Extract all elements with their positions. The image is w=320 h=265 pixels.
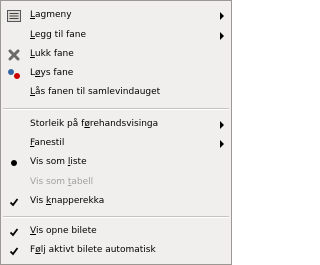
menu-item-label: Vis knapperekka <box>30 196 105 206</box>
context-menu: Lagmeny Legg til fane Lukk fane Løys fan… <box>0 0 232 265</box>
menu-item-close-tab[interactable]: Lukk fane <box>2 45 230 64</box>
menu-item-lock-tab[interactable]: Lås fanen til samlevindauget <box>2 83 230 102</box>
menu-item-label: Følj aktivt bilete automatisk <box>30 245 156 255</box>
radio-selected-icon <box>6 155 22 171</box>
checkmark-icon <box>6 224 22 240</box>
menu-item-label: Løys fane <box>30 68 74 78</box>
menu-separator <box>3 216 229 218</box>
submenu-arrow-icon <box>220 140 224 148</box>
submenu-arrow-icon <box>220 121 224 129</box>
submenu-arrow-icon <box>220 32 224 40</box>
menu-item-tab-style[interactable]: Fanestil <box>2 134 230 153</box>
menu-item-show-button-bar[interactable]: Vis knapperekka <box>2 192 230 211</box>
menu-item-label: Vis opne bilete <box>30 226 97 236</box>
menu-separator <box>3 108 229 110</box>
menu-item-view-as-list[interactable]: Vis som liste <box>2 153 230 172</box>
menu-item-detach-tab[interactable]: Løys fane <box>2 64 230 83</box>
detach-icon <box>6 66 22 82</box>
menu-item-auto-follow-active-image[interactable]: Følj aktivt bilete automatisk <box>2 241 230 260</box>
tab-menu-icon <box>6 8 22 24</box>
menu-item-tab-menu[interactable]: Lagmeny <box>2 6 230 25</box>
menu-item-label: Legg til fane <box>30 30 86 40</box>
menu-item-add-tab[interactable]: Legg til fane <box>2 26 230 45</box>
close-icon <box>6 47 22 63</box>
menu-item-label: Vis som liste <box>30 157 87 167</box>
menu-item-preview-size[interactable]: Storleik på førehandsvisinga <box>2 115 230 134</box>
menu-item-label: Lagmeny <box>30 10 72 20</box>
checkmark-icon <box>6 194 22 210</box>
menu-item-label: Fanestil <box>30 138 65 148</box>
menu-item-view-as-grid: Vis som tabell <box>2 173 230 192</box>
checkmark-icon <box>6 243 22 259</box>
submenu-arrow-icon <box>220 12 224 20</box>
menu-item-label: Vis som tabell <box>30 177 94 187</box>
menu-item-label: Lukk fane <box>30 49 74 59</box>
menu-item-show-image-selection[interactable]: Vis opne bilete <box>2 222 230 241</box>
menu-item-label: Lås fanen til samlevindauget <box>30 87 161 97</box>
menu-item-label: Storleik på førehandsvisinga <box>30 119 159 129</box>
